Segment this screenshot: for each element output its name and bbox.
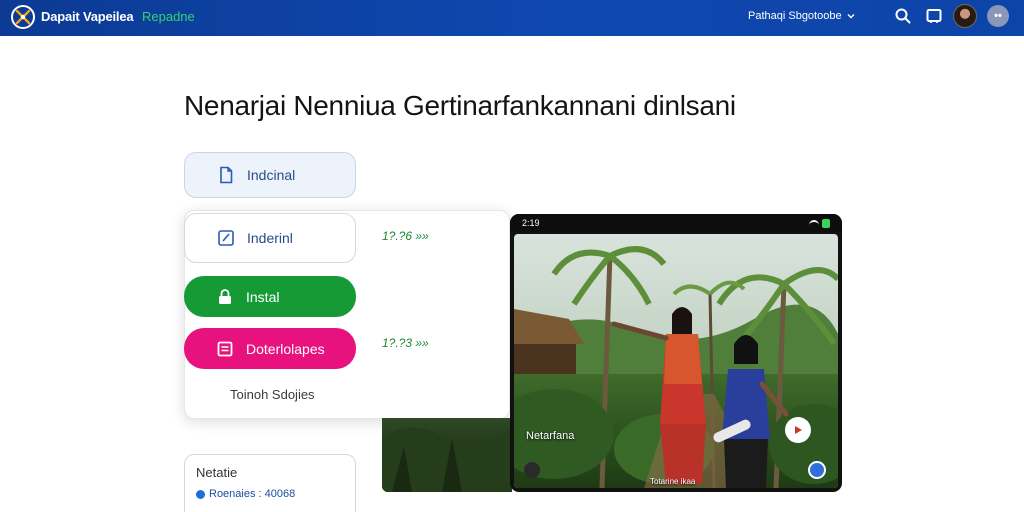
wifi-icon bbox=[809, 219, 819, 228]
installed-button[interactable]: Indcinal bbox=[184, 152, 356, 198]
install-button[interactable]: Instal bbox=[184, 276, 356, 317]
file-icon bbox=[217, 166, 235, 184]
notes-title: Netatie bbox=[196, 465, 238, 480]
brand-tag: Repadne bbox=[142, 9, 195, 24]
scene-caption: Totarine ikaa bbox=[650, 477, 696, 486]
page-title: Nenarjai Nenniua Gertinarfankannani dinl… bbox=[184, 90, 736, 121]
avatar[interactable] bbox=[953, 4, 977, 28]
logo-icon[interactable] bbox=[11, 5, 35, 29]
details-button[interactable]: Doterlolapes bbox=[184, 328, 356, 369]
price-label-second: 1?.?3 »» bbox=[382, 336, 429, 350]
top-navigation-bar: Dapait Vapeilea Repadne Pathaqi Sbgotoob… bbox=[0, 0, 1024, 36]
notes-card[interactable]: Netatie Roenaies : 40068 bbox=[184, 454, 356, 512]
price-label-first: 1?.?6 »» bbox=[382, 229, 429, 243]
notes-meta: Roenaies : 40068 bbox=[196, 488, 295, 500]
search-icon[interactable] bbox=[894, 7, 912, 25]
more-icon[interactable]: •• bbox=[987, 5, 1009, 27]
share-icon[interactable] bbox=[808, 461, 826, 479]
installed-label: Indcinal bbox=[247, 167, 296, 183]
chevron-down-icon bbox=[847, 14, 855, 19]
info-icon bbox=[196, 489, 205, 499]
scene-label: Netarfana bbox=[526, 430, 575, 442]
installed-secondary-button[interactable]: Inderinl bbox=[184, 213, 356, 263]
preview-photo: Netarfana Totarine ikaa bbox=[514, 234, 838, 488]
status-time: 2:19 bbox=[522, 218, 540, 228]
battery-icon bbox=[822, 219, 830, 228]
phone-preview[interactable]: 2:19 Netarfana Totarine ikaa bbox=[510, 214, 842, 492]
user-name: Pathaqi Sbgotoobe bbox=[748, 10, 842, 22]
play-icon[interactable] bbox=[785, 417, 811, 443]
lock-icon bbox=[216, 288, 234, 306]
brand-name[interactable]: Dapait Vapeilea bbox=[41, 9, 134, 24]
details-label: Doterlolapes bbox=[246, 340, 325, 357]
document-icon bbox=[216, 340, 234, 358]
expand-icon[interactable] bbox=[524, 462, 540, 478]
touch-label[interactable]: Toinoh Sdojies bbox=[230, 387, 315, 402]
screen-icon[interactable] bbox=[925, 7, 943, 25]
install-label: Instal bbox=[246, 288, 280, 305]
edit-icon bbox=[217, 229, 235, 247]
installed-secondary-label: Inderinl bbox=[247, 230, 293, 246]
background-photo bbox=[382, 418, 512, 492]
status-bar: 2:19 bbox=[510, 214, 842, 232]
notes-meta-text: Roenaies : 40068 bbox=[209, 488, 296, 500]
user-menu[interactable]: Pathaqi Sbgotoobe bbox=[748, 10, 855, 22]
